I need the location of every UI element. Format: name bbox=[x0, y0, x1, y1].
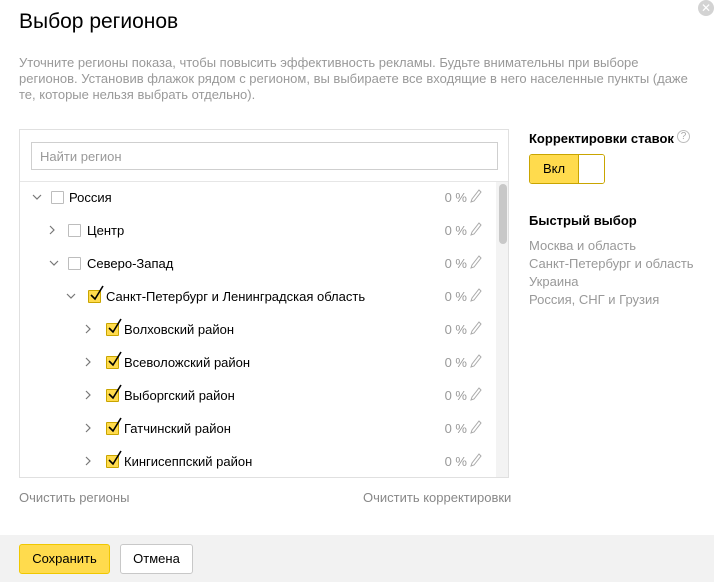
toggle-on-label: Вкл bbox=[530, 155, 578, 183]
adjustments-toggle[interactable]: Вкл bbox=[529, 154, 605, 184]
chevron-right-icon[interactable] bbox=[82, 323, 94, 335]
region-percent: 0 % bbox=[444, 355, 467, 370]
quick-item-ukraine[interactable]: Украина bbox=[529, 274, 579, 289]
bid-adjustments-title: Корректировки ставок bbox=[529, 131, 674, 146]
chevron-down-icon[interactable] bbox=[31, 191, 43, 203]
region-label: Северо-Запад bbox=[87, 256, 174, 271]
pencil-icon[interactable] bbox=[470, 420, 482, 434]
chevron-right-icon[interactable] bbox=[82, 389, 94, 401]
tree-row-north-west: Северо-Запад 0 % bbox=[20, 247, 490, 280]
tree-row-russia: Россия 0 % bbox=[20, 181, 490, 214]
region-percent: 0 % bbox=[444, 190, 467, 205]
pencil-icon[interactable] bbox=[470, 288, 482, 302]
scrollbar-thumb[interactable] bbox=[499, 184, 507, 244]
dialog-title: Выбор регионов bbox=[19, 10, 179, 33]
quick-item-moscow[interactable]: Москва и область bbox=[529, 238, 636, 253]
region-percent: 0 % bbox=[444, 289, 467, 304]
clear-adjustments-link[interactable]: Очистить корректировки bbox=[363, 490, 511, 505]
quick-select-title: Быстрый выбор bbox=[529, 213, 637, 228]
chevron-right-icon[interactable] bbox=[82, 422, 94, 434]
pencil-icon[interactable] bbox=[470, 189, 482, 203]
region-label: Россия bbox=[69, 190, 112, 205]
chevron-right-icon[interactable] bbox=[82, 455, 94, 467]
tree-row-vyborgsky: Выборгский район 0 % bbox=[20, 379, 490, 412]
tree-row-vsevolozhsky: Всеволожский район 0 % bbox=[20, 346, 490, 379]
pencil-icon[interactable] bbox=[470, 255, 482, 269]
tree-row-gatchinsky: Гатчинский район 0 % bbox=[20, 412, 490, 445]
quick-item-russia-cis[interactable]: Россия, СНГ и Грузия bbox=[529, 292, 659, 307]
pencil-icon[interactable] bbox=[470, 321, 482, 335]
region-label: Кингисеппский район bbox=[124, 454, 253, 469]
tree-row-spb-region: Санкт-Петербург и Ленинградская область … bbox=[20, 280, 490, 313]
region-search-input[interactable] bbox=[31, 142, 498, 170]
region-label: Всеволожский район bbox=[124, 355, 251, 370]
checkbox[interactable] bbox=[51, 191, 64, 204]
toggle-knob bbox=[578, 155, 604, 183]
checkbox-checked[interactable] bbox=[106, 417, 122, 435]
region-label: Санкт-Петербург и Ленинградская область bbox=[106, 289, 366, 304]
close-icon[interactable]: ✕ bbox=[698, 0, 714, 16]
region-label: Выборгский район bbox=[124, 388, 235, 403]
checkbox[interactable] bbox=[68, 257, 81, 270]
pencil-icon[interactable] bbox=[470, 354, 482, 368]
checkbox[interactable] bbox=[68, 224, 81, 237]
help-icon[interactable]: ? bbox=[677, 130, 690, 143]
tree-row-volkhovsky: Волховский район 0 % bbox=[20, 313, 490, 346]
region-label: Центр bbox=[87, 223, 125, 238]
region-percent: 0 % bbox=[444, 322, 467, 337]
chevron-down-icon[interactable] bbox=[48, 257, 60, 269]
region-percent: 0 % bbox=[444, 454, 467, 469]
checkbox-checked[interactable] bbox=[88, 285, 104, 303]
region-percent: 0 % bbox=[444, 223, 467, 238]
pencil-icon[interactable] bbox=[470, 222, 482, 236]
region-label: Гатчинский район bbox=[124, 421, 231, 436]
checkbox-checked[interactable] bbox=[106, 351, 122, 369]
pencil-icon[interactable] bbox=[470, 387, 482, 401]
dialog-description: Уточните регионы показа, чтобы повысить … bbox=[19, 55, 688, 102]
region-tree-panel: Россия 0 % Центр 0 % Северо-Запад 0 % Са… bbox=[19, 129, 509, 478]
chevron-down-icon[interactable] bbox=[65, 290, 77, 302]
tree-row-center: Центр 0 % bbox=[20, 214, 490, 247]
checkbox-checked[interactable] bbox=[106, 318, 122, 336]
quick-item-spb[interactable]: Санкт-Петербург и область bbox=[529, 256, 694, 271]
region-percent: 0 % bbox=[444, 256, 467, 271]
cancel-button[interactable]: Отмена bbox=[120, 544, 193, 574]
pencil-icon[interactable] bbox=[470, 453, 482, 467]
checkbox-checked[interactable] bbox=[106, 450, 122, 468]
region-label: Волховский район bbox=[124, 322, 234, 337]
chevron-right-icon[interactable] bbox=[82, 356, 94, 368]
clear-regions-link[interactable]: Очистить регионы bbox=[19, 490, 129, 505]
save-button[interactable]: Сохранить bbox=[19, 544, 110, 574]
tree-row-kingiseppsky: Кингисеппский район 0 % bbox=[20, 445, 490, 477]
checkbox-checked[interactable] bbox=[106, 384, 122, 402]
region-percent: 0 % bbox=[444, 421, 467, 436]
region-percent: 0 % bbox=[444, 388, 467, 403]
chevron-right-icon[interactable] bbox=[46, 224, 58, 236]
